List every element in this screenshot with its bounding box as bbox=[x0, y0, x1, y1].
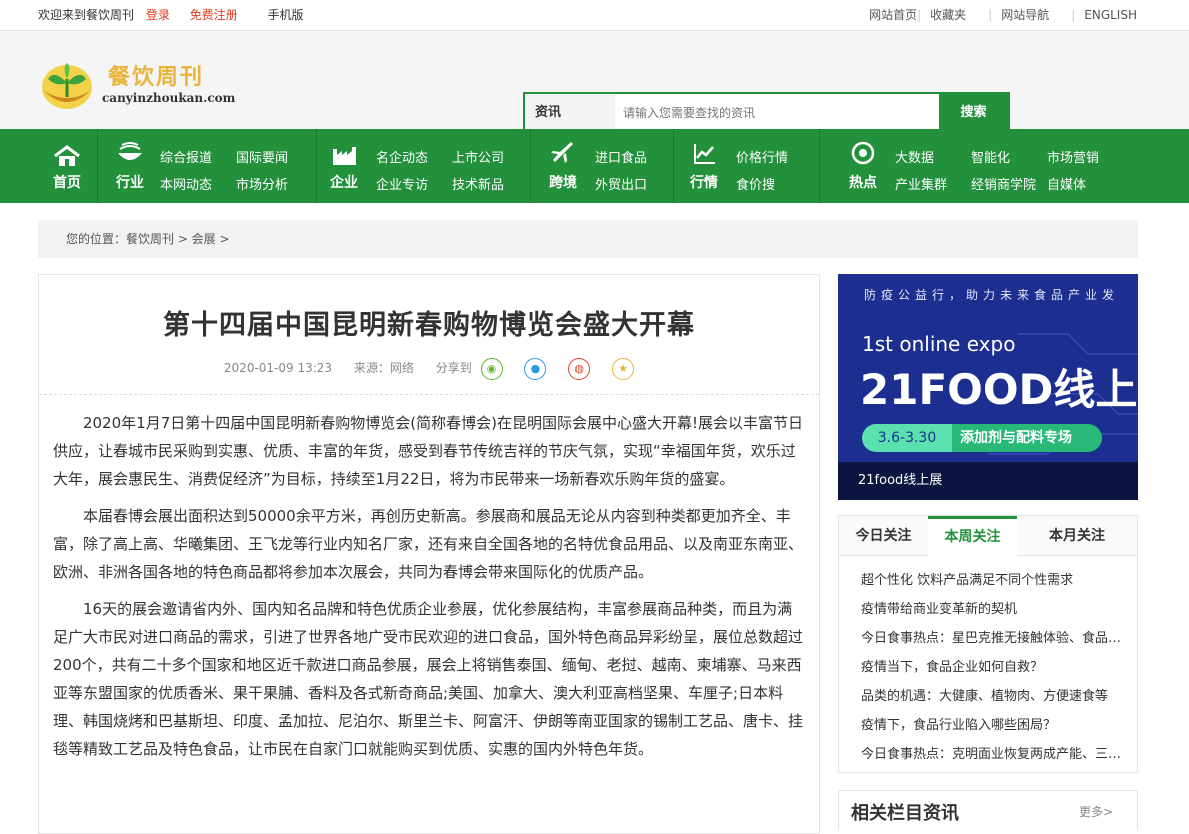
search-input[interactable] bbox=[617, 94, 937, 132]
site-logo[interactable]: 餐饮周刊 canyinzhoukan.com bbox=[40, 57, 235, 113]
bowl-icon bbox=[118, 142, 142, 160]
english-link[interactable]: ENGLISH bbox=[1084, 8, 1137, 22]
article-panel: 第十四届中国昆明新春购物博览会盛大开幕 2020-01-09 13:23 来源：… bbox=[38, 274, 820, 834]
nav-link-price[interactable]: 价格行情 bbox=[736, 147, 788, 166]
nav-link-listed-companies[interactable]: 上市公司 bbox=[452, 147, 504, 166]
nav-link-market-analysis[interactable]: 市场分析 bbox=[236, 174, 288, 193]
list-item[interactable]: 超个性化 饮料产品满足不同个性需求 bbox=[861, 566, 1129, 595]
logo-text-cn: 餐饮周刊 bbox=[108, 65, 205, 90]
airplane-icon bbox=[551, 142, 573, 163]
nav-enterprise-label: 企业 bbox=[330, 175, 358, 191]
article-body: 2020年1月7日第十四届中国昆明新春购物博览会(简称春博会)在昆明国际会展中心… bbox=[39, 395, 819, 763]
line-chart-icon bbox=[694, 144, 715, 164]
nav-market[interactable]: 行情 bbox=[684, 129, 724, 203]
main-nav: 首页 行业 综合报道 国际要闻 本网动态 市场分析 企业 名企动态 上市公司 企… bbox=[0, 129, 1189, 203]
breadcrumb: 您的位置：餐饮周刊 > 会展 > bbox=[38, 220, 1138, 258]
nav-link-dealer-academy[interactable]: 经销商学院 bbox=[971, 174, 1036, 193]
banner-title: 21FOOD线上展 bbox=[860, 365, 1138, 414]
favorite-share-icon[interactable]: ★ bbox=[612, 357, 635, 380]
search-box: 资讯 搜索 bbox=[523, 92, 1010, 134]
article-paragraph: 16天的展会邀请省内外、国内知名品牌和特色优质企业参展，优化参展结构，丰富参展商… bbox=[53, 600, 804, 758]
banner-topic: 添加剂与配料专场 bbox=[952, 424, 1102, 452]
nav-industry-label: 行业 bbox=[116, 175, 144, 191]
nav-link-comprehensive[interactable]: 综合报道 bbox=[160, 147, 212, 166]
home-link[interactable]: 网站首页 bbox=[869, 8, 917, 22]
nav-market-label: 行情 bbox=[690, 175, 718, 191]
nav-home[interactable]: 首页 bbox=[47, 129, 87, 203]
article-paragraph: 本届春博会展出面积达到50000余平方米，再创历史新高。参展商和展品无论从内容到… bbox=[53, 507, 804, 581]
share-label: 分享到 bbox=[435, 361, 472, 375]
related-more-link[interactable]: 更多> bbox=[1079, 803, 1113, 820]
banner-caption: 21food线上展 bbox=[838, 462, 1138, 500]
article-meta: 2020-01-09 13:23 来源：网络 分享到 ◉ ● ◍ ★ bbox=[39, 356, 819, 380]
factory-icon bbox=[333, 147, 356, 165]
article-source: 来源：网络 bbox=[353, 361, 414, 375]
tab-today[interactable]: 今日关注 bbox=[839, 516, 928, 556]
nav-link-site-news[interactable]: 本网动态 bbox=[160, 174, 212, 193]
register-link[interactable]: 免费注册 bbox=[190, 8, 238, 22]
sitemap-link[interactable]: 网站导航 bbox=[1001, 8, 1049, 22]
list-item[interactable]: 品类的机遇：大健康、植物肉、方便速食等 bbox=[861, 682, 1129, 711]
search-category-select[interactable]: 资讯 bbox=[525, 94, 615, 132]
banner-slogan: 防疫公益行，助力未来食品产业发 bbox=[864, 288, 1120, 302]
weibo-share-icon[interactable]: ◍ bbox=[568, 357, 591, 380]
logo-text-en: canyinzhoukan.com bbox=[102, 91, 236, 105]
nav-home-label: 首页 bbox=[53, 175, 81, 191]
nav-link-interviews[interactable]: 企业专访 bbox=[376, 174, 428, 193]
nav-enterprise[interactable]: 企业 bbox=[324, 129, 364, 203]
banner-date: 3.6-3.30 bbox=[862, 424, 952, 452]
focus-tabs-panel: 今日关注 本周关注 本月关注 超个性化 饮料产品满足不同个性需求 疫情带给商业变… bbox=[838, 515, 1138, 773]
nav-link-import-food[interactable]: 进口食品 bbox=[595, 147, 647, 166]
nav-hot-label: 热点 bbox=[849, 175, 877, 191]
tab-this-week[interactable]: 本周关注 bbox=[928, 516, 1017, 556]
welcome-text: 欢迎来到餐饮周刊 bbox=[38, 8, 135, 22]
search-button[interactable]: 搜索 bbox=[939, 94, 1008, 132]
banner-subtitle: 1st online expo bbox=[862, 332, 1016, 356]
nav-link-intelligent[interactable]: 智能化 bbox=[971, 147, 1010, 166]
tab-this-month[interactable]: 本月关注 bbox=[1017, 516, 1137, 556]
nav-link-industry-cluster[interactable]: 产业集群 bbox=[895, 174, 947, 193]
nav-hot[interactable]: 热点 bbox=[843, 129, 883, 203]
list-item[interactable]: 疫情当下，食品企业如何自救？ bbox=[861, 653, 1129, 682]
wechat-share-icon[interactable]: ◉ bbox=[480, 357, 503, 380]
list-item[interactable]: 今日食事热点：克明面业恢复两成产能、三只松鼠 bbox=[861, 740, 1129, 769]
site-header: 餐饮周刊 canyinzhoukan.com 资讯 搜索 bbox=[0, 31, 1189, 134]
qq-share-icon[interactable]: ● bbox=[524, 357, 547, 380]
nav-industry[interactable]: 行业 bbox=[110, 129, 150, 203]
nav-link-big-data[interactable]: 大数据 bbox=[895, 147, 934, 166]
related-section: 相关栏目资讯 更多> bbox=[838, 790, 1138, 830]
nav-link-marketing[interactable]: 市场营销 bbox=[1047, 147, 1099, 166]
nav-link-price-search[interactable]: 食价搜 bbox=[736, 174, 775, 193]
nav-crossborder-label: 跨境 bbox=[549, 175, 577, 191]
nav-link-new-tech[interactable]: 技术新品 bbox=[452, 174, 504, 193]
nav-link-self-media[interactable]: 自媒体 bbox=[1047, 174, 1086, 193]
nav-crossborder[interactable]: 跨境 bbox=[543, 129, 583, 203]
home-icon bbox=[54, 145, 80, 166]
list-item[interactable]: 今日食事热点：星巴克推无接触体验、食品企业 bbox=[861, 624, 1129, 653]
nav-link-international[interactable]: 国际要闻 bbox=[236, 147, 288, 166]
nav-link-export[interactable]: 外贸出口 bbox=[595, 174, 647, 193]
logo-sprout-icon bbox=[42, 63, 92, 109]
list-item[interactable]: 疫情带给商业变革新的契机 bbox=[861, 595, 1129, 624]
focus-list: 超个性化 饮料产品满足不同个性需求 疫情带给商业变革新的契机 今日食事热点：星巴… bbox=[839, 556, 1137, 769]
login-link[interactable]: 登录 bbox=[146, 8, 170, 22]
expo-banner[interactable]: 防疫公益行，助力未来食品产业发 1st online expo 21FOOD线上… bbox=[838, 274, 1138, 500]
article-paragraph: 2020年1月7日第十四届中国昆明新春购物博览会(简称春博会)在昆明国际会展中心… bbox=[53, 414, 803, 488]
article-title: 第十四届中国昆明新春购物博览会盛大开幕 bbox=[163, 310, 695, 341]
target-icon bbox=[851, 141, 875, 165]
favorites-link[interactable]: 收藏夹 bbox=[930, 8, 966, 22]
tab-header: 今日关注 本周关注 本月关注 bbox=[839, 516, 1137, 556]
list-item[interactable]: 疫情下，食品行业陷入哪些困局？ bbox=[861, 711, 1129, 740]
related-title: 相关栏目资讯 bbox=[851, 803, 959, 824]
article-date: 2020-01-09 13:23 bbox=[223, 361, 333, 375]
top-bar: 欢迎来到餐饮周刊 登录 免费注册 手机版 网站首页| 收藏夹 | 网站导航 | ENGLI… bbox=[0, 0, 1189, 31]
nav-link-famous-companies[interactable]: 名企动态 bbox=[376, 147, 428, 166]
mobile-link[interactable]: 手机版 bbox=[268, 8, 304, 22]
